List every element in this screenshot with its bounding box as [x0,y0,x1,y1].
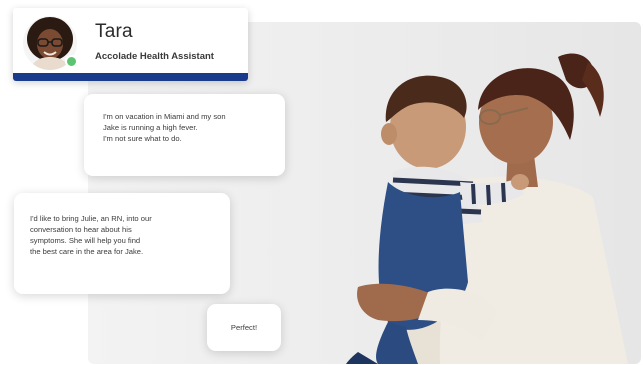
chat-illustration: Tara Accolade Health Assistant I'm on va… [0,0,643,365]
message-line: I'd like to bring Julie, an RN, into our [30,214,152,223]
message-line: I'm not sure what to do. [103,134,182,143]
user-message-bubble: Perfect! [207,304,281,351]
assistant-role: Accolade Health Assistant [95,51,214,62]
message-line: I'm on vacation in Miami and my son [103,112,226,121]
message-line: conversation to hear about his [30,225,132,234]
online-status-indicator [65,55,78,68]
header-accent-bar [13,73,248,81]
assistant-header-card: Tara Accolade Health Assistant [13,8,248,81]
assistant-name: Tara [95,21,133,42]
message-line: the best care in the area for Jake. [30,247,144,256]
message-line: symptoms. She will help you find [30,236,141,245]
message-line: Jake is running a high fever. [103,123,198,132]
assistant-message-bubble: I'd like to bring Julie, an RN, into our… [14,193,230,294]
user-message-bubble: I'm on vacation in Miami and my son Jake… [84,94,285,176]
message-line: Perfect! [230,323,258,332]
